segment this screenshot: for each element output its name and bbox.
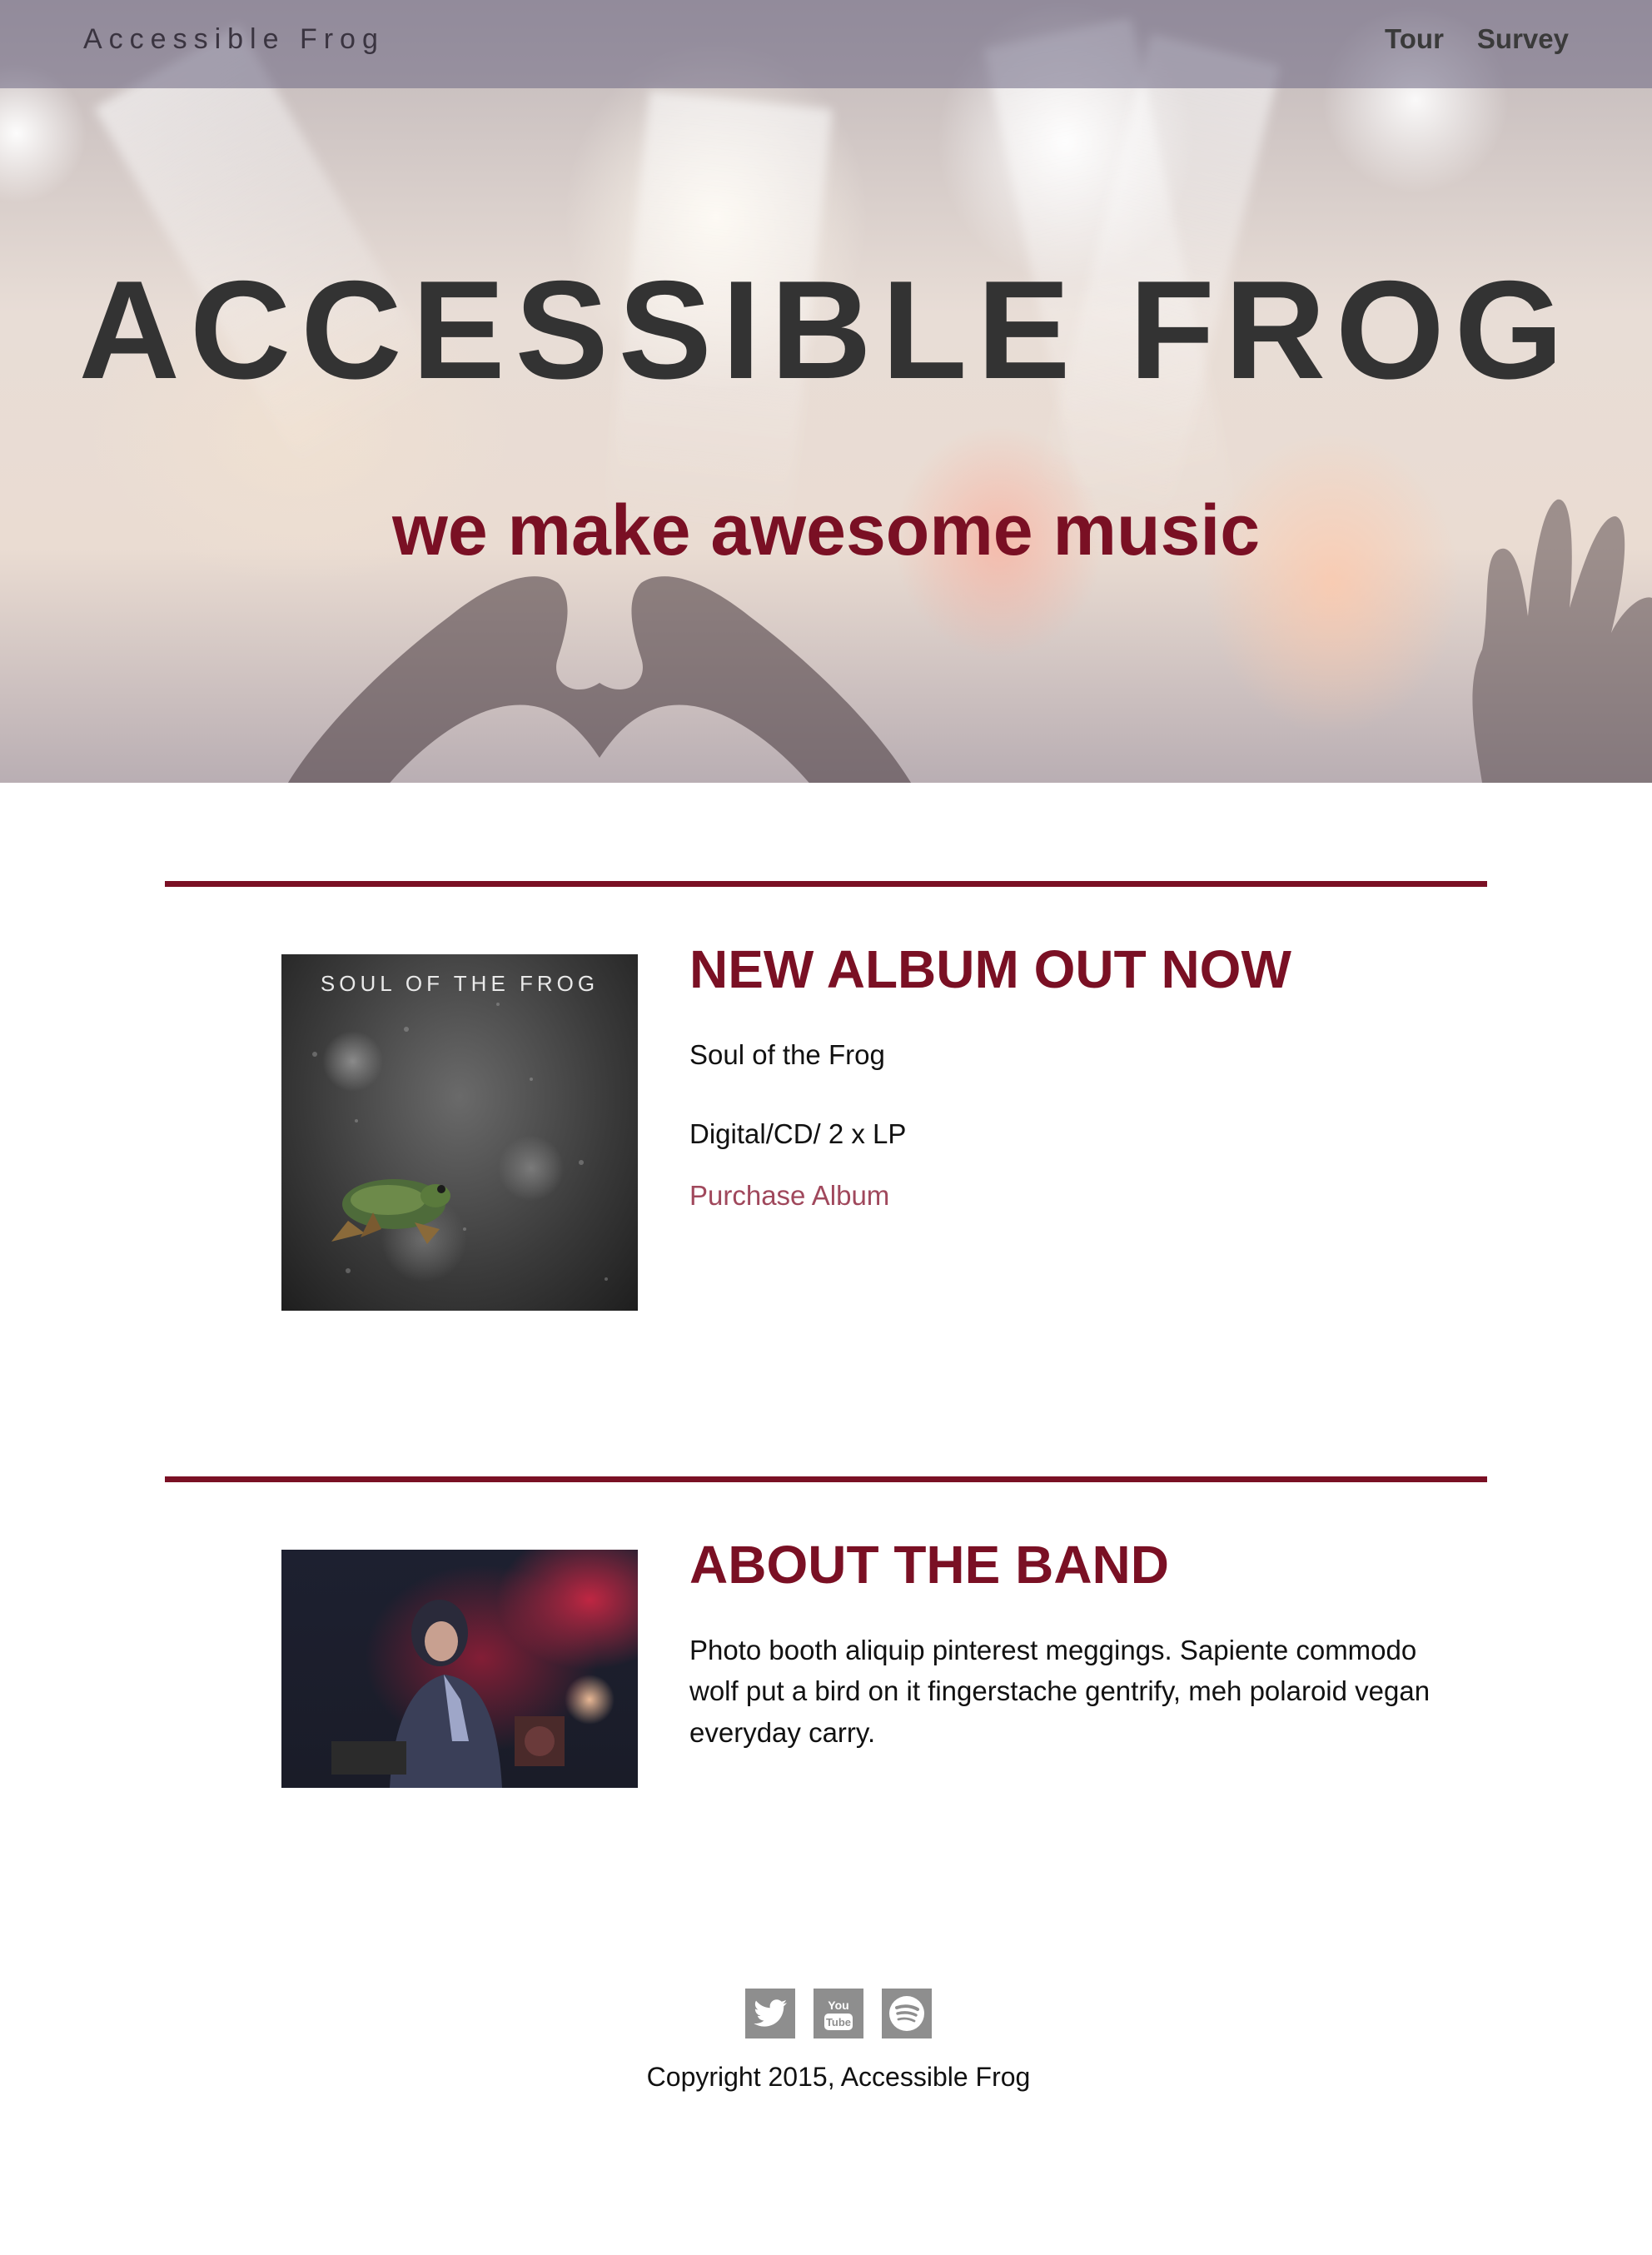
about-section: ABOUT THE BAND Photo booth aliquip pinte… (165, 1476, 1487, 1788)
copyright-text: Copyright 2015, Accessible Frog (646, 2062, 1031, 2092)
youtube-icon: You Tube (824, 1999, 853, 2030)
album-formats: Digital/CD/ 2 x LP (689, 1118, 907, 1150)
brand-logo-link[interactable]: Accessible Frog (83, 23, 385, 56)
album-cover-title: SOUL OF THE FROG (320, 971, 600, 996)
social-links: You Tube (25, 1989, 1652, 2038)
twitter-icon (754, 1999, 787, 2027)
album-cover-image: SOUL OF THE FROG (281, 954, 638, 1311)
nav-links: Tour Survey (1385, 23, 1569, 55)
album-section: SOUL OF THE FROG NEW ALBUM OUT NOW Soul … (165, 881, 1487, 1311)
singer-illustration (331, 1600, 565, 1788)
album-cover-art: SOUL OF THE FROG (281, 954, 638, 1311)
hero-banner: Accessible Frog Tour Survey ACCESSIBLE F… (0, 0, 1652, 783)
frog-illustration (312, 1003, 608, 1281)
page-footer: You Tube Copyright 2015, Accessible Frog (0, 1989, 1652, 2093)
purchase-album-link[interactable]: Purchase Album (689, 1180, 889, 1211)
about-details: ABOUT THE BAND Photo booth aliquip pinte… (689, 1535, 1439, 1791)
section-divider (165, 881, 1487, 887)
album-heading: NEW ALBUM OUT NOW (689, 939, 1291, 999)
section-divider (165, 1476, 1487, 1482)
about-body: Photo booth aliquip pinterest meggings. … (689, 1634, 1431, 1748)
album-details: NEW ALBUM OUT NOW Soul of the Frog Digit… (689, 939, 1439, 1212)
nav-link-tour[interactable]: Tour (1385, 23, 1444, 55)
band-photo (281, 1550, 638, 1788)
album-name: Soul of the Frog (689, 1038, 885, 1070)
band-photo-image (281, 1550, 638, 1788)
svg-text:Tube: Tube (826, 2016, 851, 2029)
twitter-link[interactable] (745, 1989, 795, 2038)
hero-title: ACCESSIBLE FROG (78, 251, 1574, 408)
about-heading: ABOUT THE BAND (689, 1535, 1169, 1595)
nav-link-survey[interactable]: Survey (1477, 23, 1569, 55)
spotify-link[interactable] (882, 1989, 932, 2038)
youtube-link[interactable]: You Tube (814, 1989, 863, 2038)
svg-text:You: You (828, 1999, 848, 2012)
top-navbar: Accessible Frog Tour Survey (0, 0, 1652, 88)
spotify-icon (889, 1996, 924, 2031)
hero-subtitle: we make awesome music (391, 490, 1261, 570)
heart-hands-silhouette (287, 576, 912, 783)
